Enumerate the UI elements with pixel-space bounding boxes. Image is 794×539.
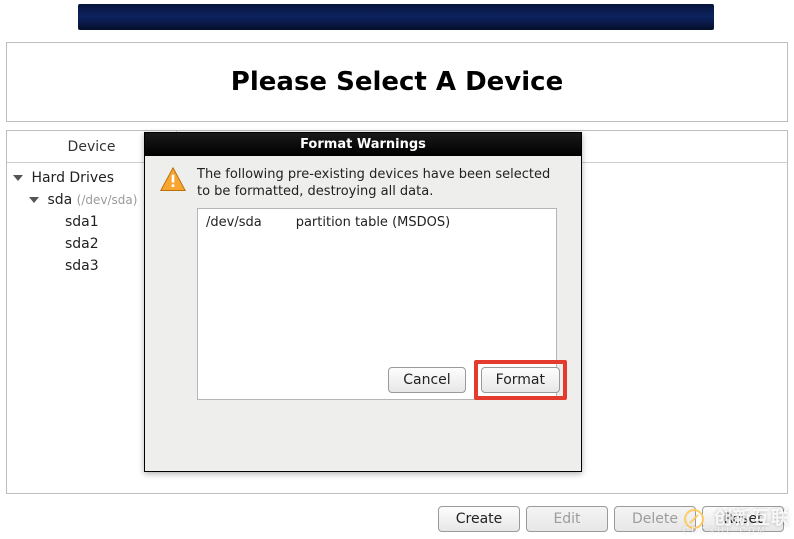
cancel-button[interactable]: Cancel (388, 367, 465, 393)
device-tree: Hard Drives sda (/dev/sda) sda1 sda2 sda… (13, 167, 137, 277)
tree-row-partition[interactable]: sda3 (13, 255, 137, 277)
list-dev: /dev/sda (206, 215, 262, 230)
edit-button: Edit (526, 506, 608, 532)
list-desc: partition table (MSDOS) (296, 215, 450, 230)
tree-row-disk[interactable]: sda (/dev/sda) (13, 189, 137, 211)
dialog-message: The following pre-existing devices have … (197, 166, 567, 200)
chevron-down-icon (13, 175, 23, 181)
title-panel: Please Select A Device (6, 42, 788, 122)
create-button[interactable]: Create (438, 506, 520, 532)
tree-disk-label: sda (47, 192, 72, 208)
format-warnings-dialog: Format Warnings The following pre-existi… (144, 132, 582, 472)
tree-part-label: sda2 (65, 236, 99, 252)
warning-icon (159, 166, 187, 194)
reset-button[interactable]: Reset (702, 506, 784, 532)
chevron-down-icon (29, 197, 39, 203)
top-banner (78, 4, 714, 30)
dialog-button-row: Cancel Format (388, 360, 567, 400)
format-highlight: Format (474, 360, 567, 400)
delete-button: Delete (614, 506, 696, 532)
tree-part-label: sda1 (65, 214, 99, 230)
tree-part-label: sda3 (65, 258, 99, 274)
tree-row-root[interactable]: Hard Drives (13, 167, 137, 189)
dialog-title: Format Warnings (145, 133, 581, 156)
dialog-body: The following pre-existing devices have … (145, 156, 581, 410)
page-title: Please Select A Device (7, 43, 787, 97)
tree-disk-path: (/dev/sda) (77, 193, 138, 207)
tree-row-partition[interactable]: sda2 (13, 233, 137, 255)
tree-row-partition[interactable]: sda1 (13, 211, 137, 233)
format-button[interactable]: Format (481, 367, 560, 393)
list-item: /dev/sda partition table (MSDOS) (206, 215, 548, 230)
tree-root-label: Hard Drives (31, 170, 114, 186)
bottom-button-bar: Create Edit Delete Reset (0, 499, 794, 539)
